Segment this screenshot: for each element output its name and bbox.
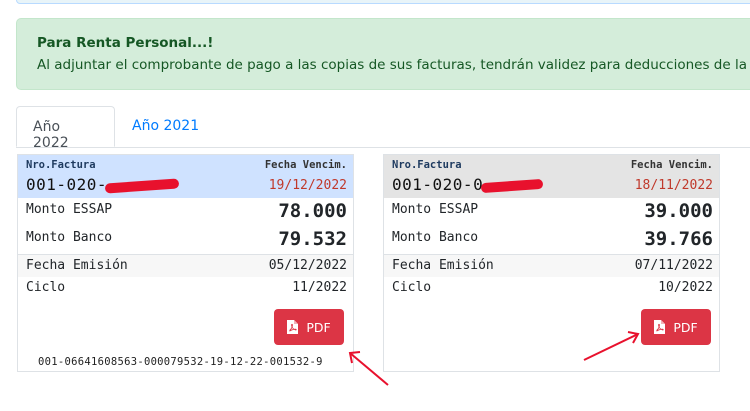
fecha-vencim-label: Fecha Vencim. [264, 159, 347, 171]
ciclo-row: Ciclo 10/2022 [384, 277, 719, 300]
invoice-card-1: Nro.Factura Fecha Vencim. 001-020- 19/12… [17, 154, 354, 372]
tab-year-2021[interactable]: Año 2021 [116, 106, 215, 147]
fecha-emision-value: 05/12/2022 [268, 258, 347, 273]
alert-title: Para Renta Personal...! [37, 35, 214, 51]
file-pdf-icon [287, 320, 299, 334]
pdf-download-button[interactable]: PDF [274, 309, 344, 345]
renta-personal-alert: Para Renta Personal...! Al adjuntar el c… [16, 18, 750, 90]
alert-text: Al adjuntar el comprobante de pago a las… [37, 57, 747, 73]
file-pdf-icon [654, 320, 666, 334]
invoice-number: 001-020- [26, 175, 180, 194]
due-date: 19/12/2022 [268, 178, 347, 193]
fecha-emision-row: Fecha Emisión 05/12/2022 [18, 254, 353, 277]
nro-factura-label: Nro.Factura [26, 159, 96, 171]
monto-banco-label: Monto Banco [26, 230, 113, 245]
pdf-button-label: PDF [306, 319, 331, 335]
ciclo-row: Ciclo 11/2022 [18, 277, 353, 300]
nro-factura-label: Nro.Factura [392, 159, 462, 171]
ciclo-label: Ciclo [392, 280, 432, 295]
top-info-strip [16, 0, 750, 4]
monto-banco-label: Monto Banco [392, 230, 479, 245]
redaction-mark [104, 177, 180, 194]
monto-essap-value: 78.000 [278, 200, 347, 222]
monto-essap-label: Monto ESSAP [26, 202, 113, 217]
fecha-vencim-label: Fecha Vencim. [630, 159, 713, 171]
monto-essap-label: Monto ESSAP [392, 202, 479, 217]
fecha-emision-label: Fecha Emisión [392, 258, 494, 273]
monto-essap-row: Monto ESSAP 39.000 [384, 198, 719, 226]
ciclo-label: Ciclo [26, 280, 66, 295]
monto-banco-value: 39.766 [644, 228, 713, 250]
monto-essap-value: 39.000 [644, 200, 713, 222]
pdf-download-button[interactable]: PDF [641, 309, 711, 345]
fecha-emision-value: 07/11/2022 [634, 258, 713, 273]
invoice-card-header: Nro.Factura Fecha Vencim. 001-020-0 18/1… [384, 155, 719, 198]
monto-essap-row: Monto ESSAP 78.000 [18, 198, 353, 226]
monto-banco-row: Monto Banco 39.766 [384, 226, 719, 254]
due-date: 18/11/2022 [634, 178, 713, 193]
year-tabs: Año 2022 Año 2021 [16, 106, 750, 151]
pdf-button-label: PDF [673, 319, 698, 335]
ciclo-value: 11/2022 [292, 280, 347, 295]
redaction-mark [480, 178, 544, 193]
tab-year-2022[interactable]: Año 2022 [16, 106, 115, 151]
fecha-emision-row: Fecha Emisión 07/11/2022 [384, 254, 719, 277]
invoice-card-header: Nro.Factura Fecha Vencim. 001-020- 19/12… [18, 155, 353, 198]
fecha-emision-label: Fecha Emisión [26, 258, 128, 273]
invoice-card-2: Nro.Factura Fecha Vencim. 001-020-0 18/1… [383, 154, 720, 372]
payment-barcode-text: 001-06641608563-000079532-19-12-22-00153… [38, 356, 323, 368]
invoice-number: 001-020-0 [392, 175, 544, 194]
monto-banco-row: Monto Banco 79.532 [18, 226, 353, 254]
monto-banco-value: 79.532 [278, 228, 347, 250]
ciclo-value: 10/2022 [658, 280, 713, 295]
